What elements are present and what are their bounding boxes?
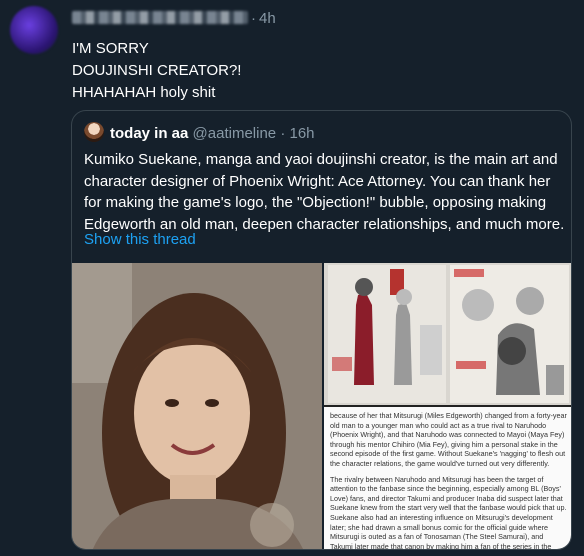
separator-dot: · (280, 125, 286, 142)
quoted-header: today in aa @aatimeline · 16h (84, 122, 315, 142)
artbook-spread (324, 263, 571, 405)
quoted-tweet[interactable]: today in aa @aatimeline · 16h Kumiko Sue… (71, 110, 572, 550)
tweet-header: · 4h (72, 10, 276, 27)
author-avatar[interactable] (10, 6, 58, 54)
quoted-display-name[interactable]: today in aa (110, 125, 188, 142)
character-sketches (454, 269, 564, 395)
edgeworth-sketches (332, 269, 442, 385)
scanned-artbook[interactable]: because of her that Mitsurugi (Miles Edg… (324, 263, 571, 550)
show-thread-link[interactable]: Show this thread (84, 231, 196, 248)
artbook-page-left (328, 265, 446, 403)
artbook-page-right (450, 265, 569, 403)
quoted-line: Kumiko Suekane, manga and yaoi doujinshi… (84, 151, 558, 168)
quoted-time[interactable]: 16h (289, 125, 314, 142)
quoted-line: character designer of Phoenix Wright: Ac… (84, 172, 551, 190)
tweet-line: I'M SORRY (72, 40, 149, 57)
portrait-illustration (72, 263, 322, 549)
author-name-blurred[interactable] (72, 11, 248, 24)
excerpt-paragraph: The rivalry between Naruhodo and Mitsuru… (330, 474, 567, 550)
quoted-text: Kumiko Suekane, manga and yaoi doujinshi… (84, 149, 564, 235)
tweet-line: HHAHAHAH holy shit (72, 84, 216, 101)
excerpt-paragraph: because of her that Mitsurugi (Miles Edg… (330, 411, 567, 468)
article-excerpt: because of her that Mitsurugi (Miles Edg… (324, 407, 571, 550)
tweet-line: DOUJINSHI CREATOR?! (72, 62, 242, 79)
quoted-avatar[interactable] (84, 122, 104, 142)
quoted-handle[interactable]: @aatimeline (193, 125, 277, 142)
separator-dot: · (251, 10, 256, 27)
tweet-time[interactable]: 4h (259, 10, 276, 27)
tweet-text: I'M SORRY DOUJINSHI CREATOR?! HHAHAHAH h… (72, 38, 241, 104)
photo-kumiko-suekane[interactable] (72, 263, 322, 549)
quoted-line: for making the game's logo, the "Objecti… (84, 194, 547, 211)
